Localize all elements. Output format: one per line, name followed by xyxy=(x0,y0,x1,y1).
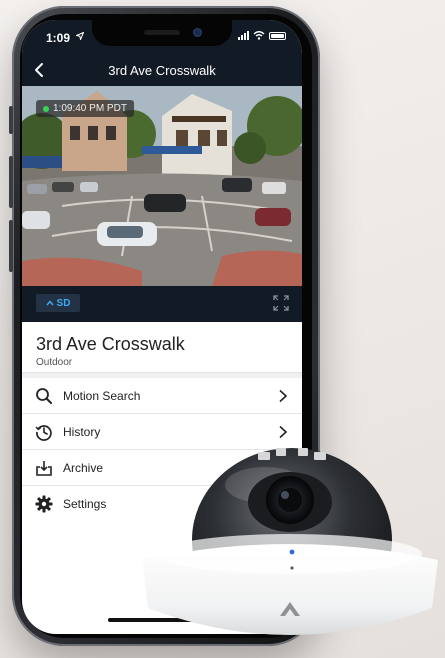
menu-item-label: History xyxy=(63,425,101,439)
nav-bar: 3rd Ave Crosswalk xyxy=(22,54,302,86)
battery-icon xyxy=(269,31,286,40)
location-arrow-icon xyxy=(76,32,84,40)
mute-switch xyxy=(9,106,13,134)
history-icon xyxy=(35,425,52,441)
quality-toggle-button[interactable]: SD xyxy=(36,294,80,312)
menu-item-label: Archive xyxy=(63,461,104,475)
speaker-grille xyxy=(144,30,180,35)
volume-down-button xyxy=(9,220,13,272)
video-controls: SD xyxy=(22,286,302,322)
status-time: 1:09 xyxy=(46,31,71,45)
menu-item-label: Settings xyxy=(63,497,107,511)
chevron-right-icon xyxy=(279,389,288,403)
volume-up-button xyxy=(9,156,13,208)
signal-icon xyxy=(238,31,249,40)
wifi-icon xyxy=(253,31,265,40)
live-video-feed[interactable]: 1:09:40 PM PDT xyxy=(22,86,302,286)
chevron-right-icon xyxy=(279,425,288,439)
search-icon xyxy=(36,388,52,404)
camera-name: 3rd Ave Crosswalk xyxy=(36,334,185,354)
phone-notch xyxy=(92,20,232,46)
archive-icon xyxy=(36,461,52,476)
timestamp-text: 1:09:40 PM PDT xyxy=(53,103,127,114)
quality-label: SD xyxy=(56,297,71,309)
gear-icon xyxy=(35,495,53,513)
dome-camera-illustration xyxy=(142,448,438,635)
status-icons xyxy=(238,31,286,40)
nav-title: 3rd Ave Crosswalk xyxy=(108,63,216,78)
fullscreen-expand-icon[interactable] xyxy=(272,294,290,312)
camera-info: 3rd Ave Crosswalk Outdoor xyxy=(22,322,302,372)
live-timestamp: 1:09:40 PM PDT xyxy=(36,100,134,117)
front-camera xyxy=(193,28,202,37)
camera-type: Outdoor xyxy=(36,357,73,368)
chevron-up-icon xyxy=(46,300,54,306)
dome-security-camera xyxy=(140,440,440,658)
live-indicator-dot xyxy=(43,105,49,112)
menu-item-motion-search[interactable]: Motion Search xyxy=(22,378,302,414)
menu-item-label: Motion Search xyxy=(63,389,141,403)
